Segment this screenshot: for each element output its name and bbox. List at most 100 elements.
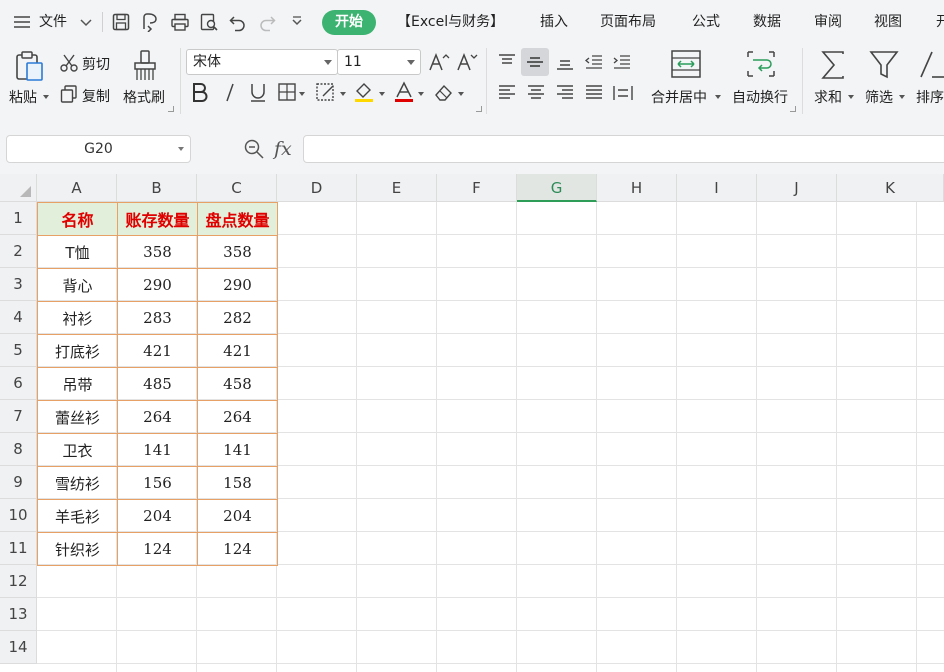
align-bottom-icon[interactable] — [555, 52, 575, 72]
cut-button[interactable]: 剪切 — [82, 54, 110, 74]
cell-style-icon[interactable] — [315, 82, 337, 102]
undo-icon[interactable] — [228, 12, 248, 32]
column-header-a[interactable]: A — [37, 174, 117, 202]
table-cell[interactable]: 204 — [197, 499, 278, 533]
chevron-down-icon[interactable] — [76, 12, 96, 32]
table-cell[interactable]: T恤 — [37, 235, 118, 269]
column-header-e[interactable]: E — [357, 174, 437, 202]
filter-icon[interactable] — [869, 49, 899, 81]
font-color-dropdown-icon[interactable] — [418, 92, 424, 96]
increase-font-icon[interactable] — [428, 52, 450, 72]
copy-icon[interactable] — [59, 84, 79, 104]
row-header-10[interactable]: 10 — [0, 499, 37, 532]
table-cell[interactable]: 141 — [197, 433, 278, 467]
clear-format-icon[interactable] — [433, 82, 455, 102]
name-box[interactable]: G20 — [6, 135, 191, 163]
font-launcher-icon[interactable] — [476, 106, 482, 112]
copy-button[interactable]: 复制 — [82, 86, 110, 106]
table-cell[interactable]: 蕾丝衫 — [37, 400, 118, 434]
table-cell[interactable]: 124 — [197, 532, 278, 566]
sort-icon[interactable] — [918, 49, 944, 81]
table-cell[interactable]: 衬衫 — [37, 301, 118, 335]
sum-icon[interactable] — [819, 49, 847, 81]
save-icon[interactable] — [111, 12, 131, 32]
insert-function-button[interactable]: fx — [274, 135, 292, 163]
table-cell[interactable]: 421 — [197, 334, 278, 368]
table-cell[interactable]: 吊带 — [37, 367, 118, 401]
column-header-f[interactable]: F — [437, 174, 517, 202]
redo-icon[interactable] — [257, 12, 277, 32]
alignment-launcher-icon[interactable] — [790, 106, 796, 112]
row-header-9[interactable]: 9 — [0, 466, 37, 499]
worksheet-grid[interactable]: ABCDEFGHIJK 1 2 3 4 5 6 7 8 9 10 11 12 13 14 名称 账存数量 盘点… — [0, 174, 944, 672]
row-header-5[interactable]: 5 — [0, 334, 37, 367]
decrease-indent-icon[interactable] — [584, 52, 604, 72]
row-header-8[interactable]: 8 — [0, 433, 37, 466]
paste-icon[interactable] — [13, 49, 47, 83]
font-color-icon[interactable] — [393, 81, 415, 103]
merge-center-icon[interactable] — [670, 49, 702, 79]
table-cell[interactable]: 针织衫 — [37, 532, 118, 566]
print-preview-icon[interactable] — [199, 12, 219, 32]
cut-icon[interactable] — [59, 53, 79, 73]
table-cell[interactable]: 打底衫 — [37, 334, 118, 368]
table-cell[interactable]: 282 — [197, 301, 278, 335]
column-header-c[interactable]: C — [197, 174, 277, 202]
font-size-select[interactable]: 11 — [337, 49, 421, 75]
wrap-text-button[interactable]: 自动换行 — [732, 87, 788, 107]
italic-icon[interactable] — [220, 81, 240, 103]
hamburger-menu-icon[interactable] — [12, 12, 32, 32]
print-icon[interactable] — [170, 12, 190, 32]
wrap-text-icon[interactable] — [745, 49, 777, 79]
row-header-13[interactable]: 13 — [0, 598, 37, 631]
align-left-icon[interactable] — [497, 83, 517, 103]
row-header-14[interactable]: 14 — [0, 631, 37, 664]
tab-excel-finance[interactable]: 【Excel与财务】 — [397, 0, 504, 44]
row-header-2[interactable]: 2 — [0, 235, 37, 268]
format-painter-button[interactable]: 格式刷 — [123, 87, 165, 107]
table-cell[interactable]: 背心 — [37, 268, 118, 302]
table-cell[interactable]: 283 — [117, 301, 198, 335]
decrease-font-icon[interactable] — [456, 52, 478, 72]
borders-icon[interactable] — [277, 82, 297, 102]
row-header-7[interactable]: 7 — [0, 400, 37, 433]
align-middle-button[interactable] — [521, 48, 549, 76]
export-icon[interactable] — [140, 12, 160, 32]
table-header-cell[interactable]: 盘点数量 — [197, 202, 278, 236]
customize-toolbar-icon[interactable] — [287, 12, 307, 32]
distributed-align-icon[interactable] — [612, 83, 634, 103]
sum-button[interactable]: 求和 — [814, 87, 842, 107]
table-cell[interactable]: 124 — [117, 532, 198, 566]
table-cell[interactable]: 264 — [197, 400, 278, 434]
clipboard-launcher-icon[interactable] — [168, 106, 174, 112]
row-header-3[interactable]: 3 — [0, 268, 37, 301]
tab-view[interactable]: 视图 — [874, 0, 902, 44]
table-cell[interactable]: 290 — [117, 268, 198, 302]
column-header-g[interactable]: G — [517, 174, 597, 202]
tab-review[interactable]: 审阅 — [814, 0, 842, 44]
formula-input[interactable] — [303, 135, 944, 163]
align-center-icon[interactable] — [526, 83, 546, 103]
fill-color-dropdown-icon[interactable] — [379, 92, 385, 96]
font-name-select[interactable]: 宋体 — [186, 49, 338, 75]
tab-data[interactable]: 数据 — [753, 0, 781, 44]
underline-icon[interactable] — [247, 81, 269, 103]
paste-button[interactable]: 粘贴 — [9, 87, 37, 107]
cell-style-dropdown-icon[interactable] — [340, 92, 346, 96]
fill-color-icon[interactable] — [353, 81, 375, 103]
table-cell[interactable]: 290 — [197, 268, 278, 302]
borders-dropdown-icon[interactable] — [299, 92, 305, 96]
format-painter-icon[interactable] — [131, 49, 159, 83]
clear-format-dropdown-icon[interactable] — [458, 92, 464, 96]
tab-developer[interactable]: 开 — [936, 0, 944, 44]
column-header-d[interactable]: D — [277, 174, 357, 202]
table-cell[interactable]: 264 — [117, 400, 198, 434]
table-cell[interactable]: 羊毛衫 — [37, 499, 118, 533]
column-header-k[interactable]: K — [837, 174, 944, 202]
name-box-dropdown-icon[interactable] — [178, 147, 184, 151]
table-header-cell[interactable]: 名称 — [37, 202, 118, 236]
table-cell[interactable]: 204 — [117, 499, 198, 533]
tab-formulas[interactable]: 公式 — [692, 0, 720, 44]
tab-insert[interactable]: 插入 — [540, 0, 568, 44]
sum-dropdown-icon[interactable] — [848, 95, 854, 99]
